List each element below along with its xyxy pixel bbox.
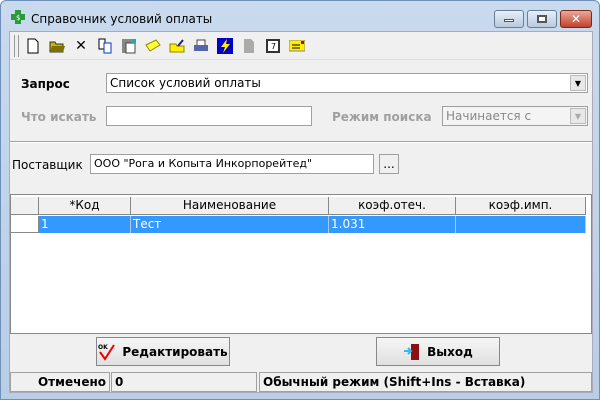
save-disabled-icon — [240, 37, 258, 55]
window: $ Справочник условий оплаты ✕ ✕ 7 Запрос… — [0, 0, 600, 400]
lightning-icon[interactable] — [216, 37, 234, 55]
cell-coef-dom[interactable]: 1.031 — [329, 216, 456, 233]
folder-edit-icon[interactable] — [168, 37, 186, 55]
exit-button-label: Выход — [427, 344, 473, 359]
data-grid[interactable]: *Код Наименование коэф.отеч. коэф.имп. 1… — [10, 194, 592, 334]
chevron-down-icon[interactable]: ▼ — [570, 75, 586, 91]
maximize-button[interactable] — [527, 10, 557, 28]
exit-door-icon — [404, 343, 420, 360]
search-mode-value: Начинается с — [446, 109, 532, 123]
cell-code[interactable]: 1 — [39, 216, 131, 233]
window-title: Справочник условий оплаты — [31, 12, 213, 26]
column-header[interactable]: *Код — [39, 197, 131, 215]
close-button[interactable]: ✕ — [560, 10, 592, 28]
query-label: Запрос — [21, 77, 70, 91]
column-header[interactable]: коэф.отеч. — [329, 197, 456, 215]
client-area: ✕ 7 Запрос Список условий оплаты ▼ Что ис… — [9, 31, 593, 393]
cell-name[interactable]: Тест — [131, 216, 329, 233]
copy-icon[interactable] — [96, 37, 114, 55]
note-icon[interactable] — [288, 37, 306, 55]
status-mode: Обычный режим (Shift+Ins - Вставка) — [259, 372, 592, 392]
status-marked-value: 0 — [111, 372, 257, 392]
row-indicator[interactable] — [11, 216, 39, 233]
svg-text:$: $ — [16, 14, 20, 22]
toolbar-grip[interactable] — [14, 35, 19, 57]
calculator-icon[interactable]: 7 — [264, 37, 282, 55]
open-folder-icon[interactable] — [48, 37, 66, 55]
search-mode-label: Режим поиска — [332, 110, 432, 124]
query-value: Список условий оплаты — [110, 76, 261, 90]
edit-button[interactable]: OK Редактировать — [96, 337, 230, 366]
search-label: Что искать — [21, 110, 97, 124]
ok-check-icon: OK — [98, 344, 116, 361]
exit-button[interactable]: Выход — [376, 337, 500, 366]
svg-text:OK: OK — [98, 344, 108, 351]
search-mode-select[interactable]: Начинается с ▼ — [442, 106, 588, 126]
minimize-button[interactable] — [494, 10, 524, 28]
search-input[interactable] — [106, 106, 312, 126]
print-icon[interactable] — [192, 37, 210, 55]
status-marked-label: Отмечено — [10, 372, 110, 392]
delete-icon[interactable]: ✕ — [72, 37, 90, 55]
supplier-label: Поставщик — [12, 158, 83, 172]
supplier-input[interactable]: ООО "Рога и Копыта Инкорпорейтед" — [90, 154, 374, 174]
svg-text:7: 7 — [271, 42, 276, 51]
column-header[interactable]: коэф.имп. — [456, 197, 586, 215]
cell-coef-imp[interactable] — [456, 216, 586, 233]
edit-button-label: Редактировать — [122, 344, 228, 359]
supplier-browse-button[interactable]: ... — [379, 154, 399, 174]
new-document-icon[interactable] — [24, 37, 42, 55]
query-select[interactable]: Список условий оплаты ▼ — [106, 73, 588, 93]
folder-yellow-icon[interactable] — [144, 37, 162, 55]
column-header[interactable]: Наименование — [131, 197, 329, 215]
row-indicator-header — [11, 197, 39, 215]
chevron-down-icon[interactable]: ▼ — [570, 108, 586, 124]
paste-icon[interactable] — [120, 37, 138, 55]
green-cross-icon: $ — [11, 10, 25, 24]
toolbar: ✕ 7 — [10, 32, 592, 60]
divider — [10, 141, 592, 143]
